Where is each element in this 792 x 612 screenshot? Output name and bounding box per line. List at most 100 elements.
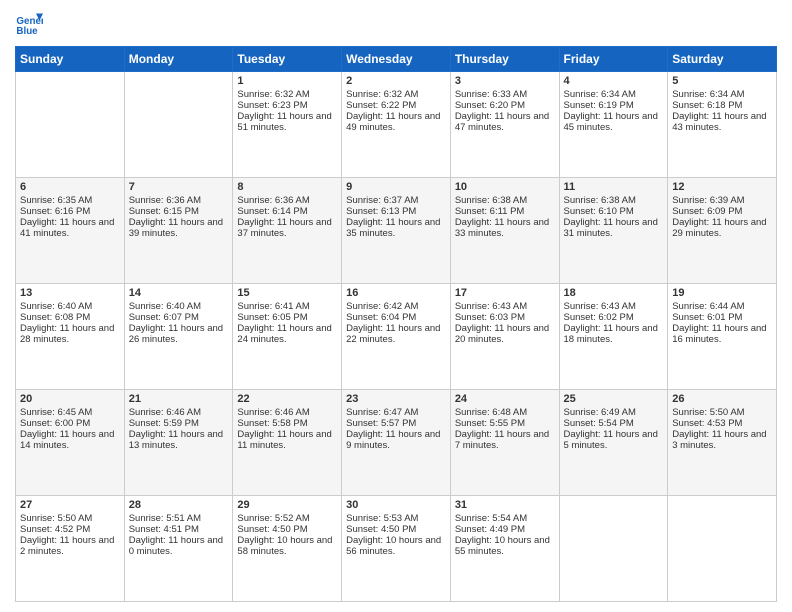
sunset-text: Sunset: 6:00 PM [20,418,120,429]
calendar-cell [559,496,668,602]
sunrise-text: Sunrise: 5:50 AM [20,513,120,524]
day-number: 30 [346,499,446,511]
day-number: 25 [564,393,664,405]
calendar-cell: 2 Sunrise: 6:32 AMSunset: 6:22 PMDaylight… [342,72,451,178]
calendar-cell: 26Sunrise: 5:50 AMSunset: 4:53 PMDayligh… [668,390,777,496]
day-number: 10 [455,181,555,193]
sunset-text: Sunset: 6:11 PM [455,206,555,217]
calendar-cell: 31 Sunrise: 5:54 AMSunset: 4:49 PMDayligh… [450,496,559,602]
day-number: 1 [237,75,337,87]
daylight-text: Daylight: 11 hours and 20 minutes. [455,323,555,345]
daylight-text: Daylight: 11 hours and 24 minutes. [237,323,337,345]
page: General Blue SundayMondayTuesdayWednesda… [0,0,792,612]
sunset-text: Sunset: 6:01 PM [672,312,772,323]
sunrise-text: Sunrise: 6:47 AM [346,407,446,418]
daylight-text: Daylight: 11 hours and 35 minutes. [346,217,446,239]
sunrise-text: Sunrise: 6:36 AM [129,195,229,206]
calendar-cell: 10Sunrise: 6:38 AMSunset: 6:11 PMDayligh… [450,178,559,284]
calendar-cell: 17 Sunrise: 6:43 AMSunset: 6:03 PMDayligh… [450,284,559,390]
daylight-text: Daylight: 11 hours and 9 minutes. [346,429,446,451]
sunrise-text: Sunrise: 6:42 AM [346,301,446,312]
sunrise-text: Sunrise: 6:40 AM [20,301,120,312]
day-number: 9 [346,181,446,193]
daylight-text: Daylight: 11 hours and 45 minutes. [564,111,664,133]
calendar-day-header: Wednesday [342,47,451,72]
sunrise-text: Sunrise: 6:33 AM [455,89,555,100]
calendar-cell: 24Sunrise: 6:48 AMSunset: 5:55 PMDayligh… [450,390,559,496]
sunset-text: Sunset: 6:18 PM [672,100,772,111]
day-number: 2 [346,75,446,87]
daylight-text: Daylight: 10 hours and 58 minutes. [237,535,337,557]
calendar-cell [124,72,233,178]
logo-icon: General Blue [15,10,43,38]
calendar-day-header: Thursday [450,47,559,72]
sunrise-text: Sunrise: 5:50 AM [672,407,772,418]
sunset-text: Sunset: 5:58 PM [237,418,337,429]
sunrise-text: Sunrise: 5:54 AM [455,513,555,524]
daylight-text: Daylight: 11 hours and 7 minutes. [455,429,555,451]
calendar-cell: 25Sunrise: 6:49 AMSunset: 5:54 PMDayligh… [559,390,668,496]
sunset-text: Sunset: 4:50 PM [346,524,446,535]
calendar-cell: 27Sunrise: 5:50 AMSunset: 4:52 PMDayligh… [16,496,125,602]
daylight-text: Daylight: 11 hours and 28 minutes. [20,323,120,345]
day-number: 14 [129,287,229,299]
sunrise-text: Sunrise: 6:32 AM [346,89,446,100]
sunrise-text: Sunrise: 6:37 AM [346,195,446,206]
header: General Blue [15,10,777,38]
daylight-text: Daylight: 11 hours and 14 minutes. [20,429,120,451]
sunrise-text: Sunrise: 6:39 AM [672,195,772,206]
daylight-text: Daylight: 11 hours and 18 minutes. [564,323,664,345]
sunrise-text: Sunrise: 6:43 AM [455,301,555,312]
daylight-text: Daylight: 11 hours and 2 minutes. [20,535,120,557]
day-number: 27 [20,499,120,511]
calendar-cell: 11Sunrise: 6:38 AMSunset: 6:10 PMDayligh… [559,178,668,284]
calendar-cell: 12Sunrise: 6:39 AMSunset: 6:09 PMDayligh… [668,178,777,284]
sunset-text: Sunset: 6:14 PM [237,206,337,217]
calendar-week-row: 6Sunrise: 6:35 AMSunset: 6:16 PMDaylight… [16,178,777,284]
daylight-text: Daylight: 11 hours and 41 minutes. [20,217,120,239]
sunrise-text: Sunrise: 6:49 AM [564,407,664,418]
daylight-text: Daylight: 11 hours and 49 minutes. [346,111,446,133]
calendar-day-header: Friday [559,47,668,72]
calendar-table: SundayMondayTuesdayWednesdayThursdayFrid… [15,46,777,602]
calendar-cell: 8Sunrise: 6:36 AMSunset: 6:14 PMDaylight… [233,178,342,284]
sunrise-text: Sunrise: 6:32 AM [237,89,337,100]
sunset-text: Sunset: 4:49 PM [455,524,555,535]
calendar-day-header: Monday [124,47,233,72]
day-number: 29 [237,499,337,511]
daylight-text: Daylight: 10 hours and 55 minutes. [455,535,555,557]
calendar-cell: 30Sunrise: 5:53 AMSunset: 4:50 PMDayligh… [342,496,451,602]
sunrise-text: Sunrise: 5:52 AM [237,513,337,524]
day-number: 11 [564,181,664,193]
calendar-cell [16,72,125,178]
calendar-cell: 15Sunrise: 6:41 AMSunset: 6:05 PMDayligh… [233,284,342,390]
sunrise-text: Sunrise: 6:34 AM [672,89,772,100]
day-number: 28 [129,499,229,511]
sunset-text: Sunset: 6:20 PM [455,100,555,111]
sunrise-text: Sunrise: 6:48 AM [455,407,555,418]
calendar-week-row: 20Sunrise: 6:45 AMSunset: 6:00 PMDayligh… [16,390,777,496]
sunset-text: Sunset: 6:09 PM [672,206,772,217]
day-number: 23 [346,393,446,405]
day-number: 31 [455,499,555,511]
daylight-text: Daylight: 10 hours and 56 minutes. [346,535,446,557]
calendar-cell: 3Sunrise: 6:33 AMSunset: 6:20 PMDaylight… [450,72,559,178]
sunset-text: Sunset: 6:03 PM [455,312,555,323]
daylight-text: Daylight: 11 hours and 5 minutes. [564,429,664,451]
calendar-header-row: SundayMondayTuesdayWednesdayThursdayFrid… [16,47,777,72]
calendar-cell: 6Sunrise: 6:35 AMSunset: 6:16 PMDaylight… [16,178,125,284]
sunset-text: Sunset: 6:22 PM [346,100,446,111]
calendar-cell: 9Sunrise: 6:37 AMSunset: 6:13 PMDaylight… [342,178,451,284]
sunset-text: Sunset: 6:16 PM [20,206,120,217]
sunrise-text: Sunrise: 6:40 AM [129,301,229,312]
calendar-cell: 5Sunrise: 6:34 AMSunset: 6:18 PMDaylight… [668,72,777,178]
daylight-text: Daylight: 11 hours and 0 minutes. [129,535,229,557]
calendar-cell: 14Sunrise: 6:40 AMSunset: 6:07 PMDayligh… [124,284,233,390]
day-number: 17 [455,287,555,299]
calendar-cell: 18Sunrise: 6:43 AMSunset: 6:02 PMDayligh… [559,284,668,390]
day-number: 15 [237,287,337,299]
calendar-cell: 21Sunrise: 6:46 AMSunset: 5:59 PMDayligh… [124,390,233,496]
day-number: 6 [20,181,120,193]
calendar-day-header: Tuesday [233,47,342,72]
day-number: 18 [564,287,664,299]
